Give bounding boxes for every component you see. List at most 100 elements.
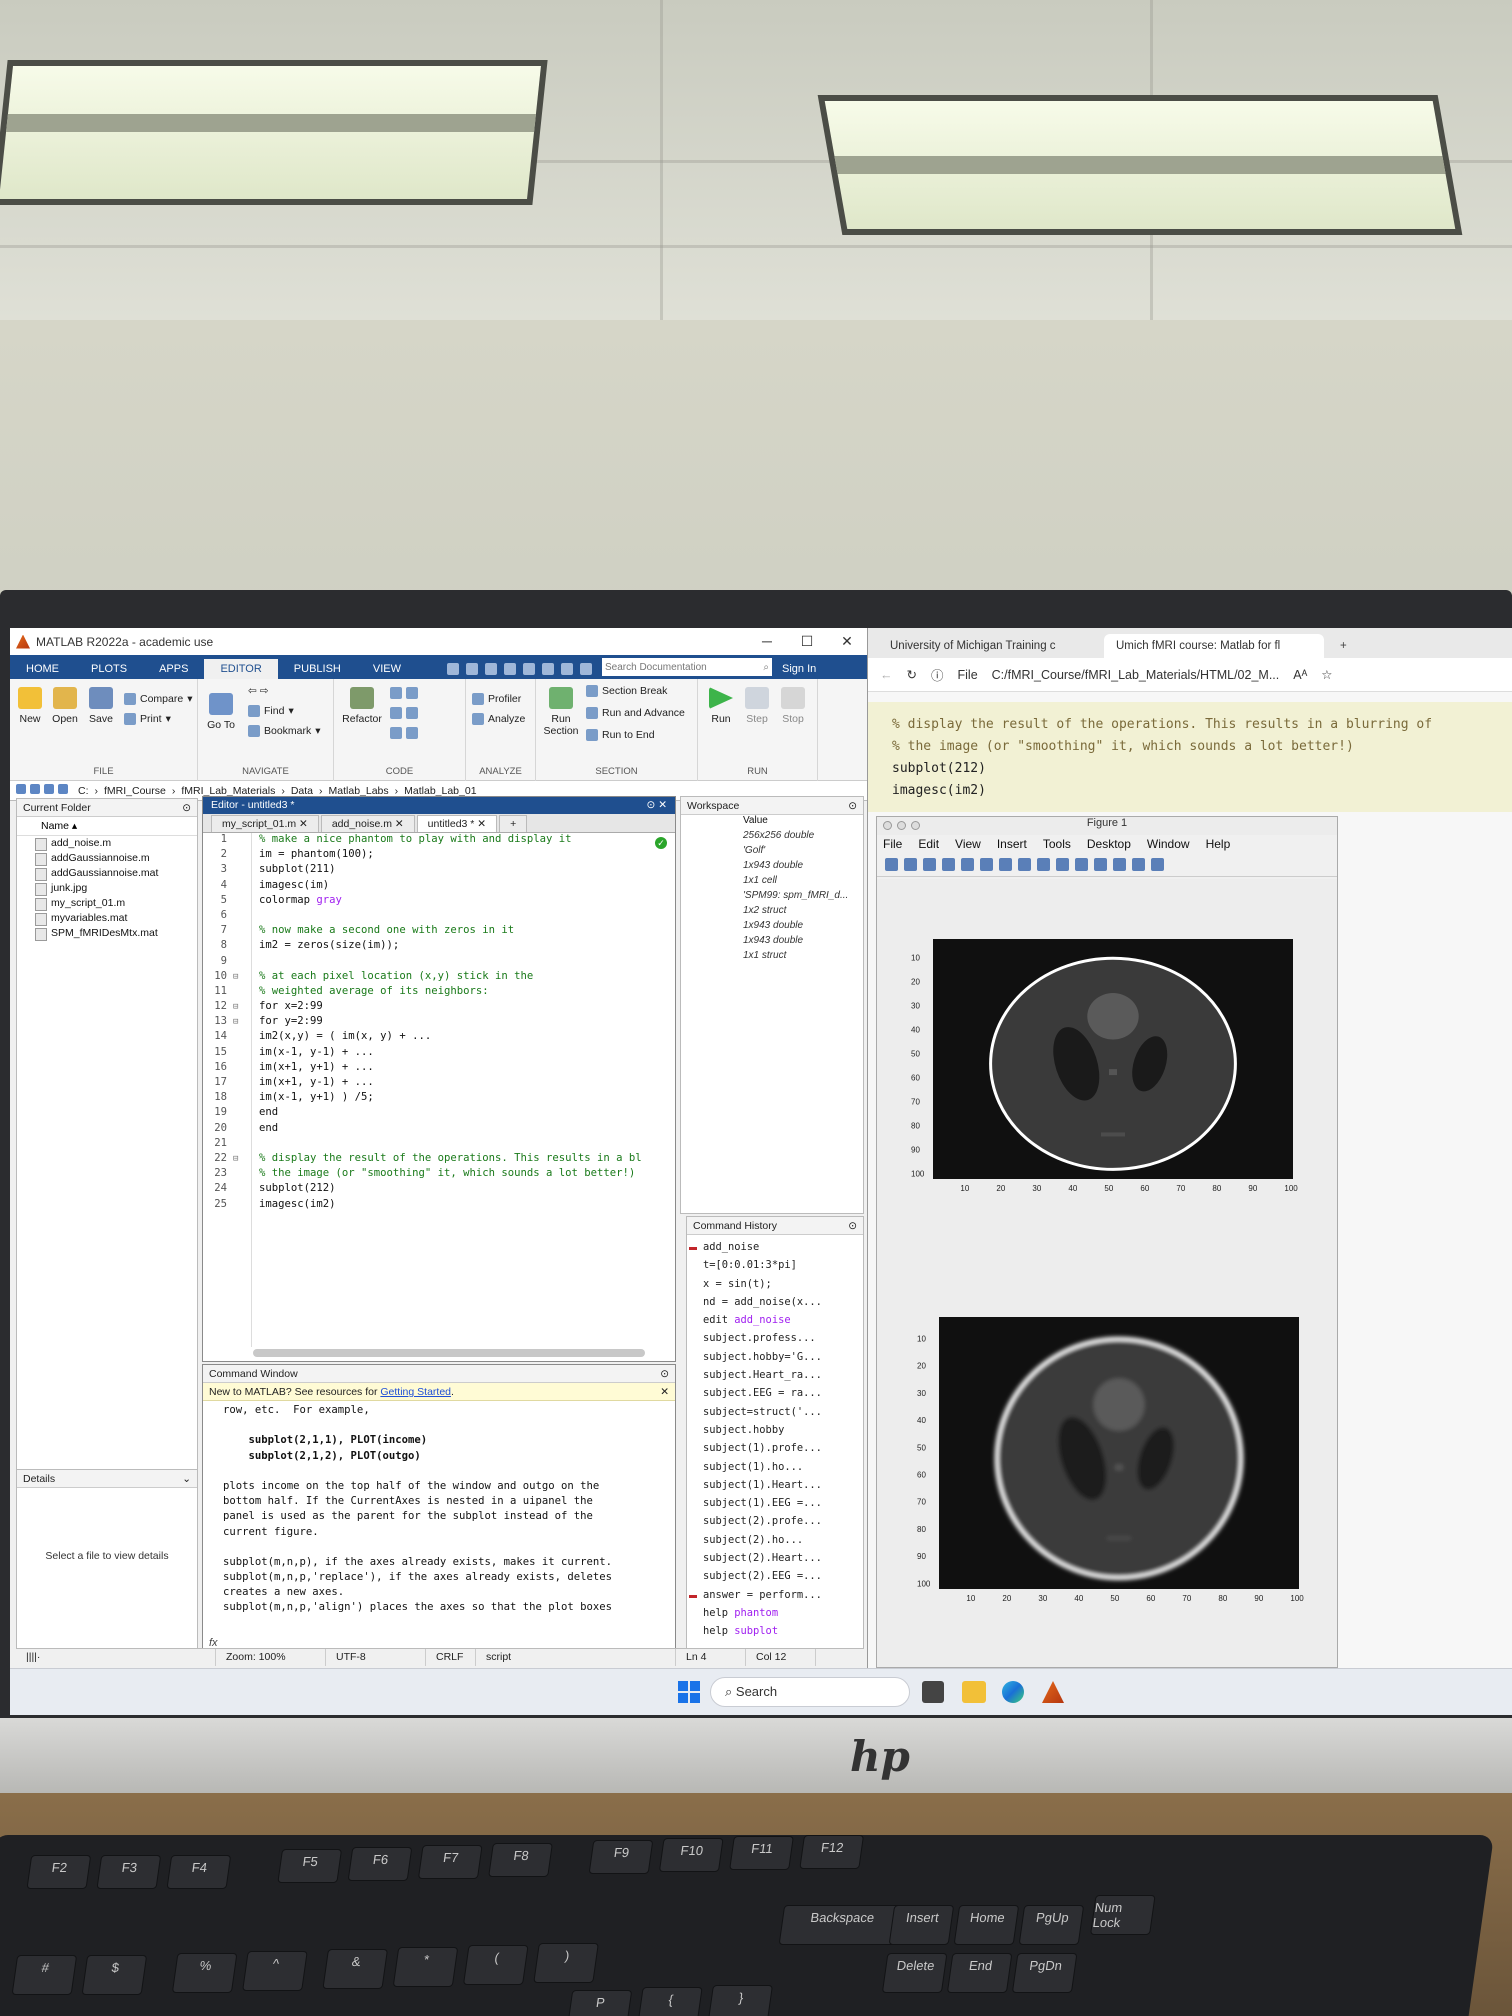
new-tab-button[interactable]: + xyxy=(499,815,528,832)
code-line[interactable]: 9 xyxy=(203,955,675,970)
tab-plots[interactable]: PLOTS xyxy=(75,659,143,679)
analyze-button[interactable]: Analyze xyxy=(472,713,525,725)
file-item[interactable]: my_script_01.m xyxy=(17,896,197,911)
legend-icon[interactable] xyxy=(1113,858,1126,871)
code-area[interactable]: 1 % make a nice phantom to play with and … xyxy=(203,833,675,1347)
find-button[interactable]: Find ▾ xyxy=(248,705,294,717)
path-segment[interactable]: Data xyxy=(291,785,313,797)
history-item[interactable]: subject(1).ho... xyxy=(687,1461,863,1479)
history-item[interactable]: subject(2).ho... xyxy=(687,1534,863,1552)
history-item[interactable]: subject(2).Heart... xyxy=(687,1552,863,1570)
pan-icon[interactable] xyxy=(1018,858,1031,871)
tab-editor[interactable]: EDITOR xyxy=(204,659,278,679)
taskbar-search-box[interactable]: ⌕ Search xyxy=(710,1677,910,1707)
file-explorer-icon[interactable] xyxy=(962,1681,986,1703)
task-view-icon[interactable] xyxy=(922,1681,944,1703)
save-icon[interactable] xyxy=(923,858,936,871)
copy-icon[interactable] xyxy=(485,663,497,675)
browser-tab-active[interactable]: Umich fMRI course: Matlab for fl xyxy=(1104,634,1324,658)
path-nav-icons[interactable] xyxy=(16,784,72,797)
command-window[interactable]: Command Window ⊙ New to MATLAB? See resou… xyxy=(202,1364,676,1658)
getting-started-link[interactable]: Getting Started xyxy=(380,1386,451,1398)
run-and-advance-button[interactable]: Run and Advance xyxy=(586,707,685,719)
history-item[interactable]: subject(2).profe... xyxy=(687,1515,863,1533)
panel-menu-icon[interactable]: ⊙ xyxy=(848,800,857,812)
close-icon[interactable]: ✕ xyxy=(660,1386,669,1398)
bookmark-button[interactable]: Bookmark ▾ xyxy=(248,725,321,737)
read-aloud-icon[interactable]: Aᴬ xyxy=(1293,668,1307,682)
figure-menu-edit[interactable]: Edit xyxy=(918,837,939,853)
rotate-icon[interactable] xyxy=(1037,858,1050,871)
matlab-taskbar-icon[interactable] xyxy=(1042,1681,1064,1703)
window-icon[interactable] xyxy=(561,663,573,675)
brush-icon[interactable] xyxy=(1075,858,1088,871)
workspace-variable-value[interactable]: 'SPM99: spm_fMRI_d... xyxy=(681,890,863,905)
workspace-variable-value[interactable]: 1x943 double xyxy=(681,935,863,950)
step-button[interactable]: Step xyxy=(742,687,772,725)
tab-view[interactable]: VIEW xyxy=(357,659,417,679)
code-line[interactable]: 1 % make a nice phantom to play with and … xyxy=(203,833,675,848)
cut-icon[interactable] xyxy=(466,663,478,675)
workspace-variable-value[interactable]: 1x1 struct xyxy=(681,950,863,965)
history-item[interactable]: subject.profess... xyxy=(687,1332,863,1350)
path-segment[interactable]: fMRI_Lab_Materials xyxy=(181,785,275,797)
tab-home[interactable]: HOME xyxy=(10,659,75,679)
code-line[interactable]: 21 xyxy=(203,1137,675,1152)
code-line[interactable]: 19 end xyxy=(203,1106,675,1121)
help-icon[interactable] xyxy=(580,663,592,675)
history-item[interactable]: help phantom xyxy=(687,1607,863,1625)
horizontal-scrollbar[interactable] xyxy=(253,1349,645,1357)
path-segment[interactable]: C: xyxy=(78,785,89,797)
workspace-variable-value[interactable]: 1x2 struct xyxy=(681,905,863,920)
code-line[interactable]: 5 colormap gray xyxy=(203,894,675,909)
code-line[interactable]: 10 % at each pixel location (x,y) stick i… xyxy=(203,970,675,985)
history-item[interactable]: subject(1).Heart... xyxy=(687,1479,863,1497)
dock-icon[interactable] xyxy=(1151,858,1164,871)
code-line[interactable]: 12 for x=2:99 xyxy=(203,1000,675,1015)
name-column-header[interactable]: Name ▴ xyxy=(17,817,197,836)
back-forward-buttons[interactable]: ⇦ ⇨ xyxy=(248,685,269,697)
paste-icon[interactable] xyxy=(504,663,516,675)
code-line[interactable]: 17 im(x+1, y-1) + ... xyxy=(203,1076,675,1091)
code-line[interactable]: 18 im(x-1, y+1) ) /5; xyxy=(203,1091,675,1106)
hide-tools-icon[interactable] xyxy=(1132,858,1145,871)
windows-start-icon[interactable] xyxy=(678,1681,700,1703)
zoom-dot-icon[interactable] xyxy=(911,821,920,830)
workspace-variable-value[interactable]: 1x943 double xyxy=(681,860,863,875)
new-tab-icon[interactable]: + xyxy=(1330,634,1357,658)
save-icon[interactable] xyxy=(447,663,459,675)
code-line[interactable]: 16 im(x+1, y+1) + ... xyxy=(203,1061,675,1076)
save-button[interactable]: Save xyxy=(86,687,116,725)
workspace-variable-value[interactable]: 'Golf' xyxy=(681,845,863,860)
run-button[interactable]: Run xyxy=(706,687,736,725)
history-item[interactable]: subject(2).EEG =... xyxy=(687,1570,863,1588)
history-item[interactable]: subject.Heart_ra... xyxy=(687,1369,863,1387)
fold-marker[interactable] xyxy=(233,970,245,985)
minimize-icon[interactable]: ─ xyxy=(747,633,787,650)
chevron-down-icon[interactable]: ⌄ xyxy=(182,1473,191,1485)
profiler-button[interactable]: Profiler xyxy=(472,693,521,705)
code-line[interactable]: 11 % weighted average of its neighbors: xyxy=(203,985,675,1000)
history-item[interactable]: subject.hobby xyxy=(687,1424,863,1442)
sign-in-button[interactable]: Sign In xyxy=(772,659,826,679)
figure-menu-insert[interactable]: Insert xyxy=(997,837,1027,853)
colorbar-icon[interactable] xyxy=(1094,858,1107,871)
favorite-star-icon[interactable]: ☆ xyxy=(1321,667,1332,682)
refactor-button[interactable]: Refactor xyxy=(340,687,384,725)
zoom-in-icon[interactable] xyxy=(980,858,993,871)
run-to-end-button[interactable]: Run to End xyxy=(586,729,655,741)
history-item[interactable]: nd = add_noise(x... xyxy=(687,1296,863,1314)
code-line[interactable]: 22 % display the result of the operations… xyxy=(203,1152,675,1167)
code-line[interactable]: 6 xyxy=(203,909,675,924)
compare-button[interactable]: Compare ▾ xyxy=(124,693,192,705)
run-section-button[interactable]: Run Section xyxy=(540,687,582,737)
code-line[interactable]: 13 for y=2:99 xyxy=(203,1015,675,1030)
editor-tab[interactable]: my_script_01.m ✕ xyxy=(211,815,319,832)
tab-apps[interactable]: APPS xyxy=(143,659,204,679)
comment-buttons[interactable] xyxy=(390,687,418,699)
panel-menu-icon[interactable]: ⊙ xyxy=(660,1368,669,1380)
file-item[interactable]: junk.jpg xyxy=(17,881,197,896)
tab-publish[interactable]: PUBLISH xyxy=(278,659,357,679)
code-line[interactable]: 24 subplot(212) xyxy=(203,1182,675,1197)
open-button[interactable]: Open xyxy=(50,687,80,725)
